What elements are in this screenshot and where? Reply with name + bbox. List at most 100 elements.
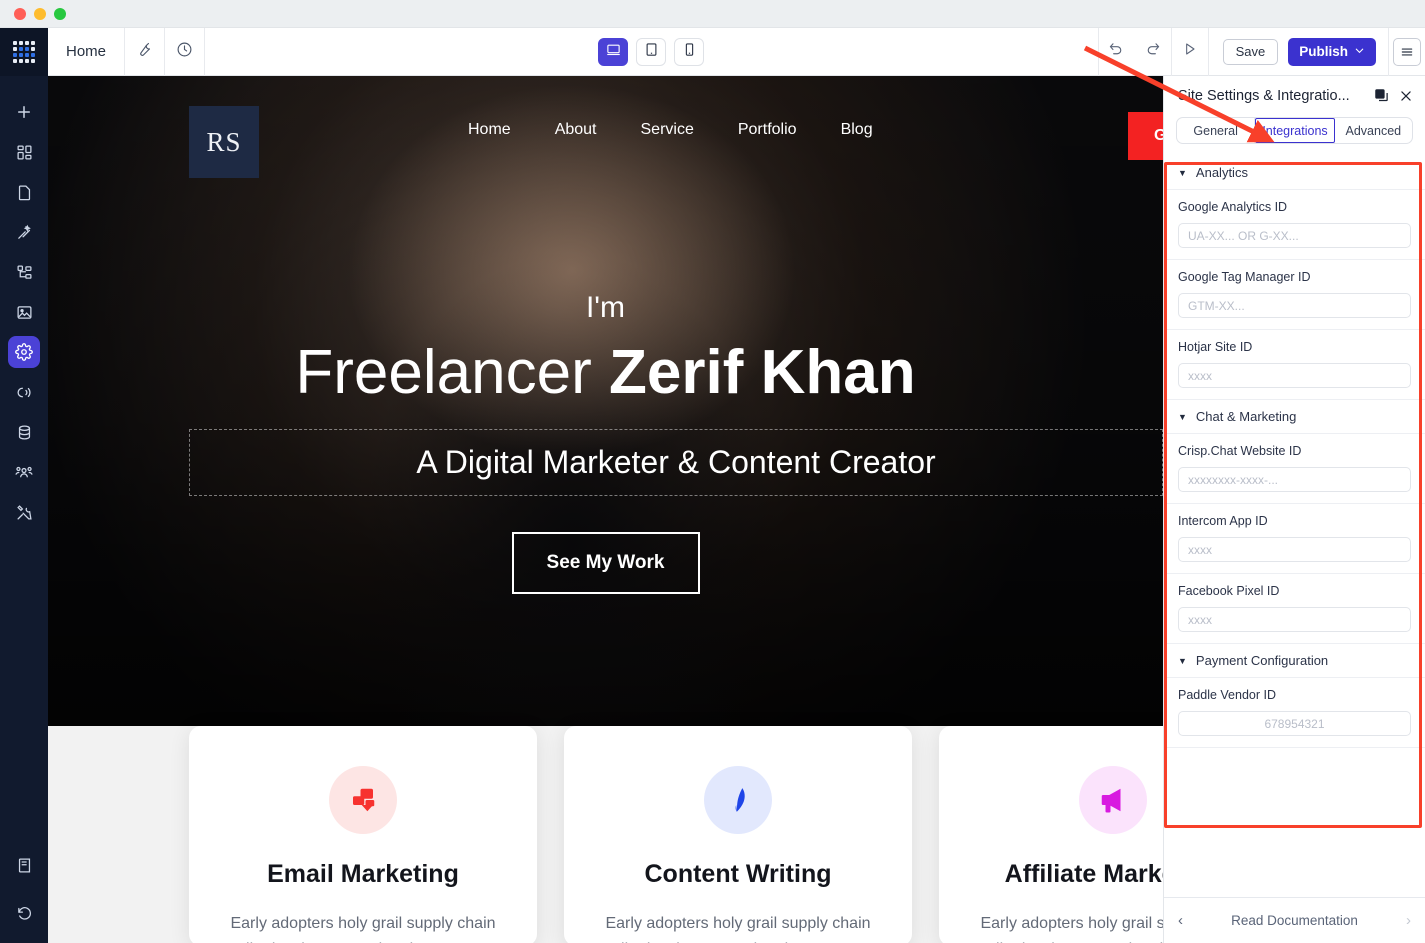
- grid-logo-icon: [13, 41, 35, 63]
- nav-link-service[interactable]: Service: [641, 121, 694, 139]
- book-icon: [16, 857, 33, 874]
- signal-icon: [16, 384, 33, 401]
- service-card-body: Early adopters holy grail supply chain a…: [978, 915, 1163, 943]
- hero-subtitle: A Digital Marketer & Content Creator: [416, 444, 936, 481]
- sidebar-item-database[interactable]: [8, 416, 40, 448]
- window-maximize-button[interactable]: [54, 7, 66, 20]
- sidebar-item-layers[interactable]: [8, 256, 40, 288]
- hamburger-icon: [1393, 37, 1422, 66]
- redo-button[interactable]: [1135, 28, 1171, 76]
- read-documentation-link[interactable]: Read Documentation: [1183, 913, 1406, 928]
- panel-header: Site Settings & Integratio...: [1164, 76, 1425, 107]
- tab-advanced[interactable]: Advanced: [1335, 118, 1412, 143]
- tab-general[interactable]: General: [1177, 118, 1256, 143]
- toolbar-actions: Save Publish: [1097, 27, 1425, 76]
- site-logo[interactable]: RS: [189, 106, 259, 178]
- site-navbar: RS Home About Service Portfolio Blog Get…: [48, 76, 1163, 196]
- database-icon: [16, 424, 33, 441]
- site-nav-menu: Home About Service Portfolio Blog: [468, 121, 873, 139]
- mobile-icon: [682, 42, 697, 62]
- services-cards: Email Marketing Early adopters holy grai…: [48, 726, 1163, 943]
- service-card-body: Early adopters holy grail supply chain a…: [228, 915, 497, 943]
- save-label: Save: [1235, 44, 1266, 59]
- sidebar-item-broadcast[interactable]: [8, 376, 40, 408]
- left-sidebar: [0, 28, 48, 943]
- save-button[interactable]: Save: [1222, 38, 1279, 65]
- chevron-right-icon[interactable]: ›: [1406, 912, 1411, 929]
- panel-tabs: General Integrations Advanced: [1176, 117, 1413, 144]
- preview-button[interactable]: [1172, 28, 1208, 76]
- device-mobile-button[interactable]: [674, 37, 705, 66]
- sidebar-item-users[interactable]: [8, 456, 40, 488]
- hero-cta-button[interactable]: See My Work: [511, 532, 700, 595]
- tab-advanced-label: Advanced: [1345, 123, 1402, 138]
- tree-icon: [16, 264, 33, 281]
- hero-title: Freelancer Zerif Khan: [48, 338, 1163, 407]
- app-logo[interactable]: [0, 28, 48, 76]
- tools-icon: [16, 504, 33, 521]
- revision-history-button[interactable]: [165, 27, 206, 76]
- sidebar-item-history[interactable]: [8, 897, 40, 929]
- tab-integrations-label: Integrations: [1262, 123, 1328, 138]
- sidebar-item-media[interactable]: [8, 296, 40, 328]
- hero-content: I'm Freelancer Zerif Khan A Digital Mark…: [48, 291, 1163, 595]
- breadcrumb-home[interactable]: Home: [48, 27, 126, 76]
- device-desktop-button[interactable]: [598, 37, 629, 66]
- hero-title-light: Freelancer: [295, 338, 609, 407]
- window-close-button[interactable]: [14, 7, 26, 20]
- undo-button[interactable]: [1099, 28, 1135, 76]
- sidebar-item-design[interactable]: [8, 216, 40, 248]
- sidebar-item-tools[interactable]: [8, 496, 40, 528]
- device-tablet-button[interactable]: [636, 37, 667, 66]
- play-icon: [1182, 41, 1198, 62]
- clock-icon: [176, 41, 193, 63]
- close-icon[interactable]: [1399, 89, 1413, 107]
- gear-icon: [15, 343, 33, 361]
- email-icon: [329, 766, 397, 834]
- history-icon: [16, 905, 33, 922]
- tab-integrations[interactable]: Integrations: [1255, 118, 1335, 143]
- image-icon: [16, 304, 33, 321]
- wand-icon: [16, 224, 33, 241]
- annotation-highlight-box: [1164, 162, 1422, 828]
- main-menu-button[interactable]: [1389, 28, 1425, 76]
- nav-link-portfolio[interactable]: Portfolio: [738, 121, 797, 139]
- sidebar-item-docs[interactable]: [8, 849, 40, 881]
- device-preview-group: [598, 37, 705, 66]
- sidebar-item-add[interactable]: [8, 96, 40, 128]
- service-card-title: Email Marketing: [267, 860, 459, 888]
- service-card-body: Early adopters holy grail supply chain a…: [603, 915, 872, 943]
- site-cta-button[interactable]: Get Started: [1128, 112, 1163, 160]
- page-icon: [16, 184, 33, 201]
- plus-icon: [15, 103, 33, 121]
- service-card-title: Content Writing: [644, 860, 832, 888]
- hero-eyebrow: I'm: [585, 291, 626, 324]
- sidebar-item-pages[interactable]: [8, 176, 40, 208]
- sidebar-item-settings[interactable]: [8, 336, 40, 368]
- publish-button[interactable]: Publish: [1288, 37, 1377, 66]
- window-minimize-button[interactable]: [34, 7, 46, 20]
- hero-subtitle-selection[interactable]: A Digital Marketer & Content Creator: [189, 429, 1163, 497]
- duplicate-icon[interactable]: [1374, 88, 1389, 107]
- site-tools-button[interactable]: [125, 27, 166, 76]
- panel-title: Site Settings & Integratio...: [1178, 88, 1350, 104]
- breadcrumb-home-label: Home: [66, 43, 107, 60]
- service-card[interactable]: Content Writing Early adopters holy grai…: [564, 726, 912, 943]
- nav-link-about[interactable]: About: [555, 121, 597, 139]
- top-toolbar: Home Save Publish: [48, 27, 1425, 76]
- site-preview-canvas[interactable]: RS Home About Service Portfolio Blog Get…: [48, 76, 1163, 943]
- panel-footer: ‹ Read Documentation ›: [1164, 897, 1425, 943]
- window-titlebar: [0, 0, 1425, 28]
- sidebar-item-blocks[interactable]: [8, 136, 40, 168]
- nav-link-blog[interactable]: Blog: [841, 121, 873, 139]
- service-card[interactable]: Affiliate Marketing Early adopters holy …: [939, 726, 1163, 943]
- nav-link-home[interactable]: Home: [468, 121, 511, 139]
- hero-title-bold: Zerif Khan: [608, 338, 916, 407]
- chevron-down-icon: [1354, 44, 1365, 59]
- hero-section: RS Home About Service Portfolio Blog Get…: [48, 76, 1163, 726]
- redo-icon: [1144, 41, 1161, 63]
- tablet-icon: [644, 42, 659, 62]
- megaphone-icon: [1079, 766, 1147, 834]
- users-icon: [15, 463, 33, 481]
- service-card[interactable]: Email Marketing Early adopters holy grai…: [189, 726, 537, 943]
